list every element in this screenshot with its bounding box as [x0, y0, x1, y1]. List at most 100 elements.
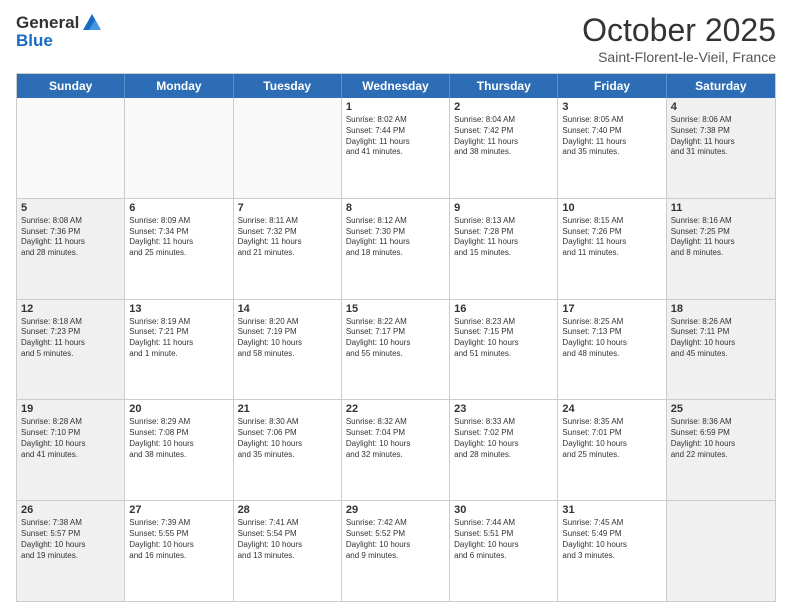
calendar-cell: 2Sunrise: 8:04 AM Sunset: 7:42 PM Daylig… [450, 98, 558, 198]
calendar-cell: 11 Sunrise: 8:16 AM Sunset: 7:25 PM Dayli… [667, 199, 775, 299]
cell-info: Sunrise: 8:04 AM Sunset: 7:42 PM Dayligh… [454, 115, 553, 158]
calendar-header: SundayMondayTuesdayWednesdayThursdayFrid… [17, 74, 775, 98]
calendar-cell [234, 98, 342, 198]
calendar-row-2: 12 Sunrise: 8:18 AM Sunset: 7:23 PM Dayli… [17, 299, 775, 400]
cell-info: Sunrise: 8:11 AM Sunset: 7:32 PM Dayligh… [238, 216, 337, 259]
day-number: 10 [562, 202, 661, 214]
cell-info: Sunrise: 8:12 AM Sunset: 7:30 PM Dayligh… [346, 216, 445, 259]
weekday-header-saturday: Saturday [667, 74, 775, 98]
weekday-header-sunday: Sunday [17, 74, 125, 98]
cell-info: Sunrise: 8:08 AM Sunset: 7:36 PM Dayligh… [21, 216, 120, 259]
calendar-cell: 24Sunrise: 8:35 AM Sunset: 7:01 PM Dayli… [558, 400, 666, 500]
calendar-cell: 31 Sunrise: 7:45 AM Sunset: 5:49 PM Dayli… [558, 501, 666, 601]
calendar-cell [667, 501, 775, 601]
calendar-cell: 4Sunrise: 8:06 AM Sunset: 7:38 PM Daylig… [667, 98, 775, 198]
header: General Blue October 2025 Saint-Florent-… [16, 12, 776, 65]
cell-info: Sunrise: 8:30 AM Sunset: 7:06 PM Dayligh… [238, 417, 337, 460]
day-number: 7 [238, 202, 337, 214]
calendar-cell: 8 Sunrise: 8:12 AM Sunset: 7:30 PM Daylig… [342, 199, 450, 299]
day-number: 30 [454, 504, 553, 516]
calendar-cell: 16 Sunrise: 8:23 AM Sunset: 7:15 PM Dayli… [450, 300, 558, 400]
cell-info: Sunrise: 8:19 AM Sunset: 7:21 PM Dayligh… [129, 317, 228, 360]
title-block: October 2025 Saint-Florent-le-Vieil, Fra… [582, 12, 776, 65]
cell-info: Sunrise: 8:06 AM Sunset: 7:38 PM Dayligh… [671, 115, 771, 158]
cell-info: Sunrise: 8:25 AM Sunset: 7:13 PM Dayligh… [562, 317, 661, 360]
day-number: 26 [21, 504, 120, 516]
logo-icon [81, 12, 103, 34]
day-number: 24 [562, 403, 661, 415]
day-number: 3 [562, 101, 661, 113]
cell-info: Sunrise: 8:22 AM Sunset: 7:17 PM Dayligh… [346, 317, 445, 360]
day-number: 18 [671, 303, 771, 315]
calendar-cell [125, 98, 233, 198]
cell-info: Sunrise: 7:45 AM Sunset: 5:49 PM Dayligh… [562, 518, 661, 561]
day-number: 8 [346, 202, 445, 214]
day-number: 28 [238, 504, 337, 516]
logo-blue-text: Blue [16, 31, 103, 51]
cell-info: Sunrise: 7:39 AM Sunset: 5:55 PM Dayligh… [129, 518, 228, 561]
logo-general-text: General [16, 13, 79, 33]
day-number: 27 [129, 504, 228, 516]
calendar-cell: 9 Sunrise: 8:13 AM Sunset: 7:28 PM Daylig… [450, 199, 558, 299]
day-number: 29 [346, 504, 445, 516]
day-number: 15 [346, 303, 445, 315]
calendar-cell: 19 Sunrise: 8:28 AM Sunset: 7:10 PM Dayli… [17, 400, 125, 500]
calendar-cell: 26 Sunrise: 7:38 AM Sunset: 5:57 PM Dayli… [17, 501, 125, 601]
weekday-header-tuesday: Tuesday [234, 74, 342, 98]
day-number: 6 [129, 202, 228, 214]
calendar-cell: 29 Sunrise: 7:42 AM Sunset: 5:52 PM Dayli… [342, 501, 450, 601]
weekday-header-friday: Friday [558, 74, 666, 98]
day-number: 19 [21, 403, 120, 415]
cell-info: Sunrise: 8:32 AM Sunset: 7:04 PM Dayligh… [346, 417, 445, 460]
calendar-row-3: 19 Sunrise: 8:28 AM Sunset: 7:10 PM Dayli… [17, 399, 775, 500]
day-number: 5 [21, 202, 120, 214]
cell-info: Sunrise: 8:15 AM Sunset: 7:26 PM Dayligh… [562, 216, 661, 259]
day-number: 22 [346, 403, 445, 415]
cell-info: Sunrise: 8:28 AM Sunset: 7:10 PM Dayligh… [21, 417, 120, 460]
calendar-cell: 1 Sunrise: 8:02 AM Sunset: 7:44 PM Daylig… [342, 98, 450, 198]
calendar-cell: 30 Sunrise: 7:44 AM Sunset: 5:51 PM Dayli… [450, 501, 558, 601]
calendar-body: 1 Sunrise: 8:02 AM Sunset: 7:44 PM Daylig… [17, 98, 775, 601]
calendar-cell: 28Sunrise: 7:41 AM Sunset: 5:54 PM Dayli… [234, 501, 342, 601]
calendar-cell: 5 Sunrise: 8:08 AM Sunset: 7:36 PM Daylig… [17, 199, 125, 299]
cell-info: Sunrise: 8:26 AM Sunset: 7:11 PM Dayligh… [671, 317, 771, 360]
day-number: 12 [21, 303, 120, 315]
day-number: 9 [454, 202, 553, 214]
day-number: 1 [346, 101, 445, 113]
calendar-cell: 3Sunrise: 8:05 AM Sunset: 7:40 PM Daylig… [558, 98, 666, 198]
cell-info: Sunrise: 7:38 AM Sunset: 5:57 PM Dayligh… [21, 518, 120, 561]
calendar-row-0: 1 Sunrise: 8:02 AM Sunset: 7:44 PM Daylig… [17, 98, 775, 198]
weekday-header-wednesday: Wednesday [342, 74, 450, 98]
calendar-cell: 13Sunrise: 8:19 AM Sunset: 7:21 PM Dayli… [125, 300, 233, 400]
day-number: 11 [671, 202, 771, 214]
cell-info: Sunrise: 8:33 AM Sunset: 7:02 PM Dayligh… [454, 417, 553, 460]
calendar-cell: 12 Sunrise: 8:18 AM Sunset: 7:23 PM Dayli… [17, 300, 125, 400]
day-number: 14 [238, 303, 337, 315]
day-number: 20 [129, 403, 228, 415]
calendar-cell: 21Sunrise: 8:30 AM Sunset: 7:06 PM Dayli… [234, 400, 342, 500]
calendar-cell: 18 Sunrise: 8:26 AM Sunset: 7:11 PM Dayli… [667, 300, 775, 400]
day-number: 23 [454, 403, 553, 415]
calendar-cell: 6Sunrise: 8:09 AM Sunset: 7:34 PM Daylig… [125, 199, 233, 299]
month-title: October 2025 [582, 12, 776, 49]
location: Saint-Florent-le-Vieil, France [582, 49, 776, 65]
cell-info: Sunrise: 7:44 AM Sunset: 5:51 PM Dayligh… [454, 518, 553, 561]
cell-info: Sunrise: 8:36 AM Sunset: 6:59 PM Dayligh… [671, 417, 771, 460]
cell-info: Sunrise: 8:13 AM Sunset: 7:28 PM Dayligh… [454, 216, 553, 259]
calendar-cell: 10 Sunrise: 8:15 AM Sunset: 7:26 PM Dayli… [558, 199, 666, 299]
cell-info: Sunrise: 8:29 AM Sunset: 7:08 PM Dayligh… [129, 417, 228, 460]
cell-info: Sunrise: 8:18 AM Sunset: 7:23 PM Dayligh… [21, 317, 120, 360]
cell-info: Sunrise: 8:02 AM Sunset: 7:44 PM Dayligh… [346, 115, 445, 158]
calendar-cell: 20 Sunrise: 8:29 AM Sunset: 7:08 PM Dayli… [125, 400, 233, 500]
calendar-cell: 7 Sunrise: 8:11 AM Sunset: 7:32 PM Daylig… [234, 199, 342, 299]
day-number: 31 [562, 504, 661, 516]
cell-info: Sunrise: 7:42 AM Sunset: 5:52 PM Dayligh… [346, 518, 445, 561]
calendar-cell: 22 Sunrise: 8:32 AM Sunset: 7:04 PM Dayli… [342, 400, 450, 500]
calendar-cell: 23 Sunrise: 8:33 AM Sunset: 7:02 PM Dayli… [450, 400, 558, 500]
cell-info: Sunrise: 8:23 AM Sunset: 7:15 PM Dayligh… [454, 317, 553, 360]
cell-info: Sunrise: 8:16 AM Sunset: 7:25 PM Dayligh… [671, 216, 771, 259]
weekday-header-monday: Monday [125, 74, 233, 98]
cell-info: Sunrise: 8:20 AM Sunset: 7:19 PM Dayligh… [238, 317, 337, 360]
calendar-row-4: 26 Sunrise: 7:38 AM Sunset: 5:57 PM Dayli… [17, 500, 775, 601]
day-number: 16 [454, 303, 553, 315]
